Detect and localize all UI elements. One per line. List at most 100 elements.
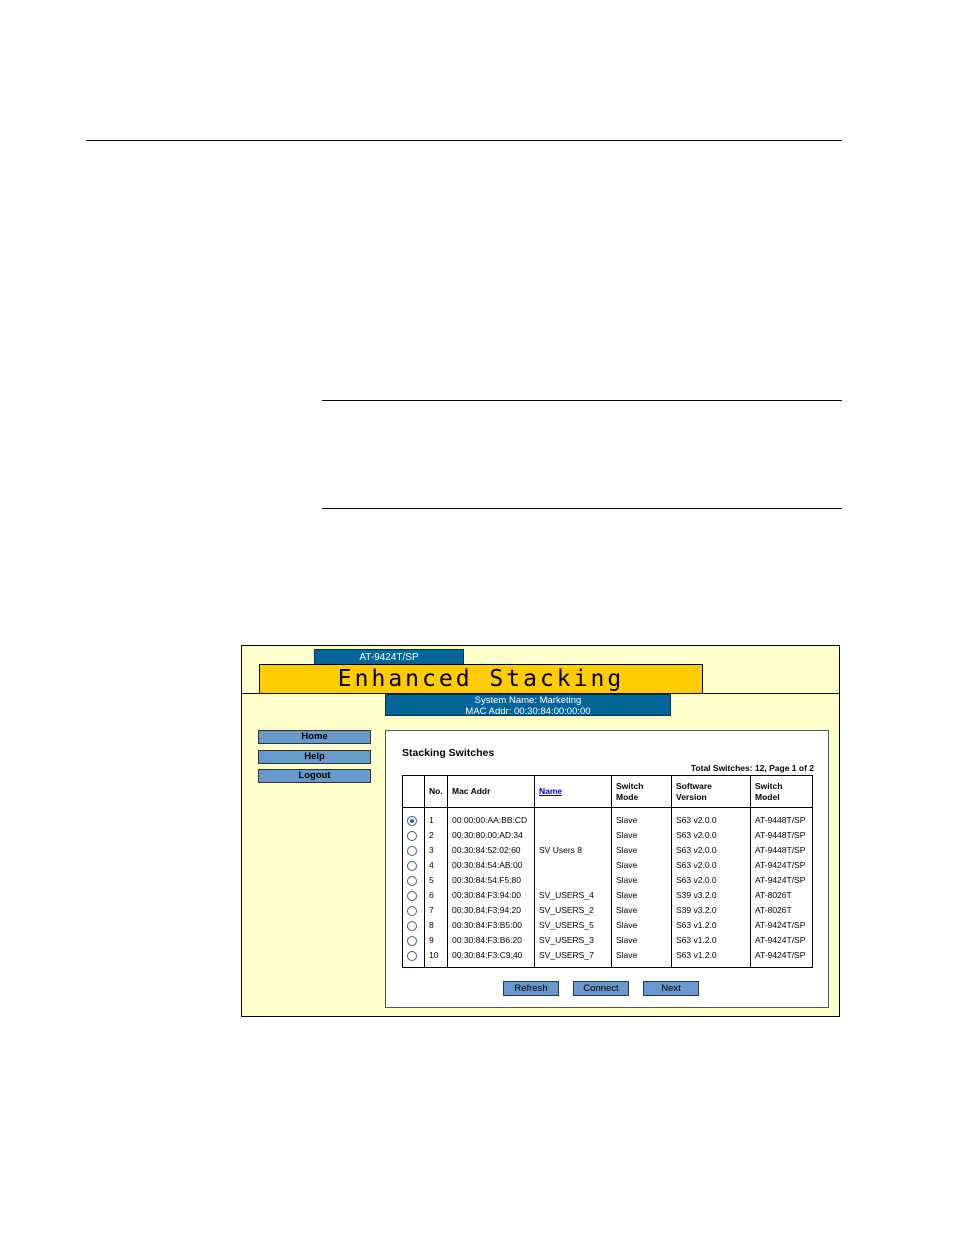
select-radio[interactable] <box>407 890 417 901</box>
table-row[interactable]: 9 00:30:84:F3:B6:20 SV_USERS_3 Slave S63 v1.… <box>402 933 813 948</box>
mac-cell: 00:30:84:F3:94:00 <box>447 888 535 903</box>
select-radio[interactable] <box>407 830 417 841</box>
name-cell: SV_USERS_3 <box>534 933 612 948</box>
name-cell <box>534 873 612 888</box>
select-cell[interactable] <box>402 888 425 903</box>
mode-cell: Slave <box>611 858 672 873</box>
mode-cell: Slave <box>611 807 672 828</box>
table-row[interactable]: 5 00:30:84:54:F5:80 Slave S63 v2.0.0 AT-9424… <box>402 873 813 888</box>
header-mode-line2: Mode <box>616 791 639 802</box>
version-cell: S63 v2.0.0 <box>671 843 751 858</box>
table-row[interactable]: 2 00:30:80:00:AD:34 Slave S63 v2.0.0 AT-9448… <box>402 828 813 843</box>
table-row[interactable]: 3 00:30:84:52:02:60 SV Users 8 Slave S63 v2.… <box>402 843 813 858</box>
no-cell: 10 <box>424 948 448 968</box>
mac-cell: 00:30:84:54:F5:80 <box>447 873 535 888</box>
model-cell: AT-9448T/SP <box>750 843 813 858</box>
select-radio[interactable] <box>407 845 417 856</box>
header-model-line1: Switch <box>755 780 783 791</box>
table-row[interactable]: 6 00:30:84:F3:94:00 SV_USERS_4 Slave S39 v3.… <box>402 888 813 903</box>
header-mode-line1: Switch <box>616 780 644 791</box>
header-name[interactable]: Name <box>534 775 612 808</box>
version-cell: S63 v2.0.0 <box>671 807 751 828</box>
model-tab: AT-9424T/SP <box>314 649 464 665</box>
name-cell: SV_USERS_7 <box>534 948 612 968</box>
home-button[interactable]: Home <box>258 730 371 744</box>
no-cell: 3 <box>424 843 448 858</box>
version-cell: S63 v2.0.0 <box>671 858 751 873</box>
mode-cell: Slave <box>611 888 672 903</box>
select-cell[interactable] <box>402 948 425 968</box>
next-button[interactable]: Next <box>643 981 699 996</box>
total-switches: Total Switches: 12, Page 1 of 2 <box>690 763 814 773</box>
mac-cell: 00:30:84:F3:C9:40 <box>447 948 535 968</box>
name-cell: SV_USERS_4 <box>534 888 612 903</box>
table-row[interactable]: 7 00:30:84:F3:94:20 SV_USERS_2 Slave S39 v3.… <box>402 903 813 918</box>
name-cell <box>534 807 612 828</box>
model-cell: AT-9424T/SP <box>750 873 813 888</box>
system-name: System Name: Marketing <box>474 695 582 706</box>
header-mac: Mac Addr <box>447 775 535 808</box>
name-cell <box>534 858 612 873</box>
mode-cell: Slave <box>611 903 672 918</box>
model-cell: AT-9448T/SP <box>750 807 813 828</box>
select-cell[interactable] <box>402 933 425 948</box>
select-cell[interactable] <box>402 903 425 918</box>
mode-cell: Slave <box>611 828 672 843</box>
no-cell: 1 <box>424 807 448 828</box>
select-radio[interactable] <box>407 920 417 931</box>
table-header-row: No. Mac Addr Name Switch Mode Software Ver… <box>402 775 813 808</box>
version-cell: S39 v3.2.0 <box>671 888 751 903</box>
select-cell[interactable] <box>402 858 425 873</box>
table-row[interactable]: 10 00:30:84:F3:C9:40 SV_USERS_7 Slave S63 v1… <box>402 948 813 968</box>
model-cell: AT-9424T/SP <box>750 933 813 948</box>
version-cell: S63 v2.0.0 <box>671 873 751 888</box>
top-rule <box>86 140 842 141</box>
select-radio[interactable] <box>407 875 417 886</box>
select-cell[interactable] <box>402 918 425 933</box>
no-cell: 9 <box>424 933 448 948</box>
header-model-line2: Model <box>755 791 780 802</box>
select-cell[interactable] <box>402 828 425 843</box>
table-row[interactable]: 1 00:00:00:AA:BB:CD Slave S63 v2.0.0 AT-9448… <box>402 807 813 828</box>
model-cell: AT-9424T/SP <box>750 858 813 873</box>
version-cell: S63 v1.2.0 <box>671 918 751 933</box>
refresh-button[interactable]: Refresh <box>503 981 559 996</box>
mac-cell: 00:30:84:F3:94:20 <box>447 903 535 918</box>
header-version: Software Version <box>671 775 751 808</box>
system-info-bar: System Name: Marketing MAC Addr: 00:30:8… <box>385 694 671 717</box>
mode-cell: Slave <box>611 873 672 888</box>
mac-cell: 00:30:84:F3:B5:00 <box>447 918 535 933</box>
name-sort-link[interactable]: Name <box>539 786 562 796</box>
help-button[interactable]: Help <box>258 750 371 764</box>
panel-title: Stacking Switches <box>402 747 495 759</box>
select-cell[interactable] <box>402 843 425 858</box>
note-rule-top <box>322 400 842 401</box>
model-cell: AT-8026T <box>750 903 813 918</box>
mode-cell: Slave <box>611 933 672 948</box>
version-cell: S39 v3.2.0 <box>671 903 751 918</box>
version-cell: S63 v2.0.0 <box>671 828 751 843</box>
select-radio[interactable] <box>407 950 417 961</box>
select-radio[interactable] <box>407 815 417 826</box>
name-cell: SV_USERS_5 <box>534 918 612 933</box>
name-cell <box>534 828 612 843</box>
select-radio[interactable] <box>407 935 417 946</box>
select-cell[interactable] <box>402 807 425 828</box>
connect-button[interactable]: Connect <box>573 981 629 996</box>
no-cell: 2 <box>424 828 448 843</box>
table-row[interactable]: 8 00:30:84:F3:B5:00 SV_USERS_5 Slave S63 v1.… <box>402 918 813 933</box>
header-select <box>402 775 425 808</box>
table-row[interactable]: 4 00:30:84:54:AB:00 Slave S63 v2.0.0 AT-9424… <box>402 858 813 873</box>
note-rule-bottom <box>322 508 842 509</box>
select-radio[interactable] <box>407 905 417 916</box>
select-cell[interactable] <box>402 873 425 888</box>
mac-cell: 00:30:84:54:AB:00 <box>447 858 535 873</box>
logout-button[interactable]: Logout <box>258 769 371 783</box>
mode-cell: Slave <box>611 948 672 968</box>
mode-cell: Slave <box>611 918 672 933</box>
no-cell: 6 <box>424 888 448 903</box>
model-cell: AT-9424T/SP <box>750 918 813 933</box>
select-radio[interactable] <box>407 860 417 871</box>
screenshot-frame: AT-9424T/SP Enhanced Stacking System Nam… <box>241 645 840 1017</box>
page-title: Enhanced Stacking <box>259 664 703 694</box>
